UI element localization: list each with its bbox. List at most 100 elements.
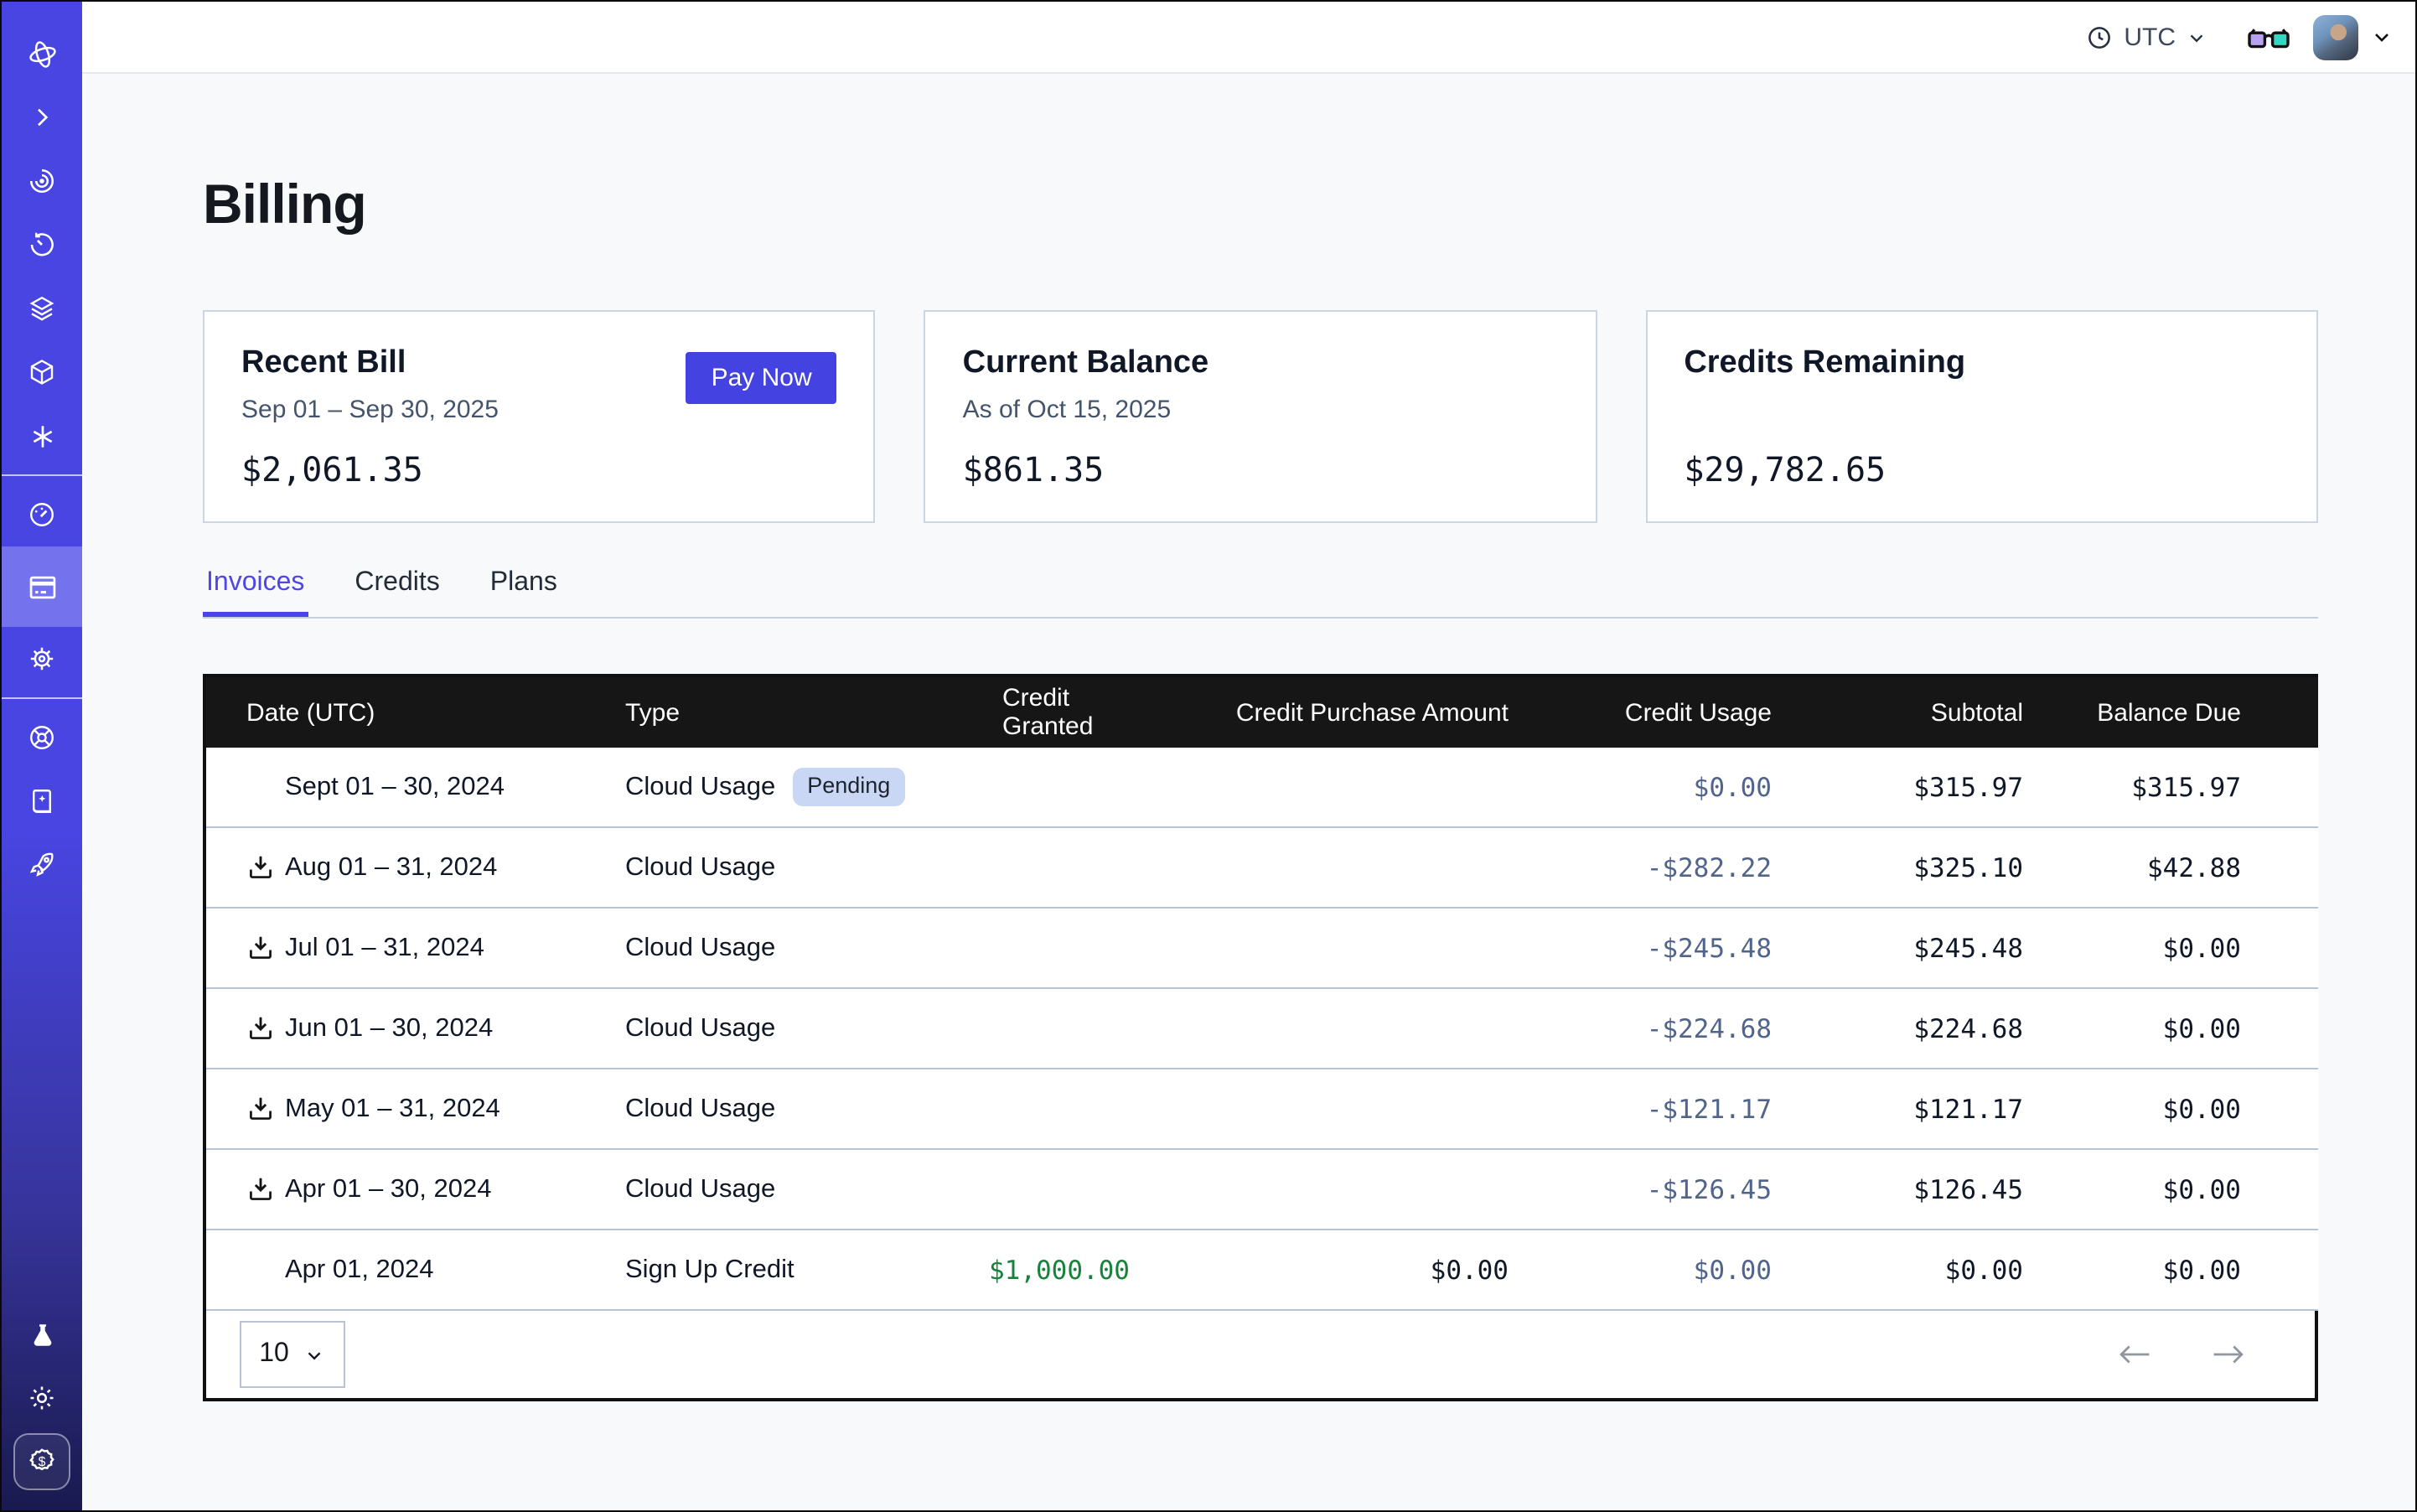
- col-header-credit-usage: Credit Usage: [1552, 677, 1815, 748]
- pay-now-button[interactable]: Pay Now: [686, 352, 837, 404]
- credits-remaining-card: Credits Remaining $29,782.65: [1645, 310, 2318, 523]
- card-title: Credits Remaining: [1684, 345, 2280, 384]
- date-cell: Jun 01 – 30, 2024: [206, 989, 625, 1069]
- subtotal-cell: $224.68: [1815, 989, 2067, 1069]
- credit-usage-cell: $0.00: [1552, 748, 1815, 828]
- date-cell: Apr 01, 2024: [206, 1230, 625, 1311]
- next-page-arrow-icon[interactable]: [2213, 1343, 2244, 1366]
- support-wheel-icon[interactable]: [2, 706, 82, 769]
- download-invoice-icon[interactable]: [246, 934, 285, 962]
- credit-usage-cell: -$126.45: [1552, 1150, 1815, 1230]
- subtotal-cell: $0.00: [1815, 1230, 2067, 1311]
- credit-purchase-cell: $0.00: [1173, 1230, 1552, 1311]
- credit-purchase-cell: [1173, 989, 1552, 1069]
- billing-tabs: Invoices Credits Plans: [203, 568, 2318, 619]
- download-invoice-icon[interactable]: [246, 1014, 285, 1043]
- page-size-select[interactable]: 10: [240, 1321, 345, 1388]
- date-cell: Apr 01 – 30, 2024: [206, 1150, 625, 1230]
- type-cell: Cloud Usage: [625, 909, 1002, 989]
- credit-granted-cell: [1002, 909, 1173, 989]
- glasses-icon: [2248, 23, 2290, 50]
- chevron-down-icon: [304, 1344, 326, 1365]
- layers-icon[interactable]: [2, 277, 82, 340]
- credits-dollar-badge-button[interactable]: $: [13, 1433, 70, 1490]
- previous-page-arrow-icon[interactable]: [2119, 1343, 2150, 1366]
- sidebar: $: [2, 2, 82, 1510]
- sidebar-divider: [2, 697, 82, 699]
- tab-credits[interactable]: Credits: [351, 568, 443, 617]
- topbar: UTC: [82, 2, 2415, 74]
- card-title: Current Balance: [963, 345, 1559, 384]
- rocket-icon[interactable]: [2, 833, 82, 897]
- screenshot-stage: $ UTC: [0, 0, 2417, 1512]
- current-balance-card: Current Balance As of Oct 15, 2025 $861.…: [924, 310, 1597, 523]
- page-title: Billing: [203, 173, 2318, 236]
- balance-due-cell: $0.00: [2067, 989, 2318, 1069]
- download-invoice-icon[interactable]: [246, 1175, 285, 1204]
- orbit-logo-icon[interactable]: [2, 22, 82, 85]
- card-subtitle: [1684, 396, 2280, 426]
- credit-purchase-cell: [1173, 828, 1552, 909]
- chevron-down-icon: [2370, 25, 2394, 49]
- expand-sidebar-chevron-icon[interactable]: [2, 85, 82, 149]
- settings-gear-icon[interactable]: [2, 627, 82, 691]
- credit-purchase-cell: [1173, 1069, 1552, 1150]
- col-header-subtotal: Subtotal: [1815, 677, 2067, 748]
- tab-invoices[interactable]: Invoices: [203, 568, 308, 617]
- credit-granted-cell: [1002, 1150, 1173, 1230]
- credit-usage-cell: -$282.22: [1552, 828, 1815, 909]
- sidebar-item-billing[interactable]: [2, 546, 82, 627]
- docs-book-icon[interactable]: [2, 769, 82, 833]
- type-cell: Cloud Usage: [625, 1150, 1002, 1230]
- main-content: Billing Recent Bill Sep 01 – Sep 30, 202…: [82, 74, 2415, 1510]
- date-cell: Jul 01 – 31, 2024: [206, 909, 625, 989]
- balance-due-cell: $315.97: [2067, 748, 2318, 828]
- credit-purchase-cell: [1173, 909, 1552, 989]
- clock-icon: [2085, 23, 2114, 51]
- col-header-credit-granted: Credit Granted: [1002, 677, 1173, 748]
- invoices-table: Date (UTC) Type Credit Granted Credit Pu…: [203, 674, 2318, 1401]
- user-avatar[interactable]: [2313, 14, 2358, 60]
- card-subtitle: As of Oct 15, 2025: [963, 396, 1559, 426]
- credit-usage-cell: -$224.68: [1552, 989, 1815, 1069]
- card-amount: $29,782.65: [1684, 449, 2280, 489]
- svg-text:$: $: [39, 1455, 46, 1469]
- cube-icon[interactable]: [2, 340, 82, 404]
- download-invoice-icon[interactable]: [246, 853, 285, 882]
- credit-granted-cell: [1002, 1069, 1173, 1150]
- labs-flask-icon[interactable]: [2, 1302, 82, 1366]
- credit-granted-cell: [1002, 989, 1173, 1069]
- timezone-selector[interactable]: UTC: [2085, 23, 2207, 51]
- credit-usage-cell: -$121.17: [1552, 1069, 1815, 1150]
- chevron-down-icon: [2186, 26, 2207, 48]
- subtotal-cell: $121.17: [1815, 1069, 2067, 1150]
- credit-granted-cell: $1,000.00: [1002, 1230, 1173, 1311]
- date-cell: Aug 01 – 31, 2024: [206, 828, 625, 909]
- subtotal-cell: $245.48: [1815, 909, 2067, 989]
- type-cell: Sign Up Credit: [625, 1230, 1002, 1311]
- credit-purchase-cell: [1173, 748, 1552, 828]
- download-invoice-icon[interactable]: [246, 1095, 285, 1123]
- theme-sun-icon[interactable]: [2, 1366, 82, 1430]
- credit-granted-cell: [1002, 748, 1173, 828]
- sidebar-divider: [2, 474, 82, 476]
- asterisk-icon[interactable]: [2, 404, 82, 468]
- history-timer-icon[interactable]: [2, 213, 82, 277]
- tab-plans[interactable]: Plans: [487, 568, 561, 617]
- subtotal-cell: $315.97: [1815, 748, 2067, 828]
- balance-due-cell: $42.88: [2067, 828, 2318, 909]
- pending-status-badge: Pending: [792, 769, 905, 805]
- balance-due-cell: $0.00: [2067, 909, 2318, 989]
- subtotal-cell: $126.45: [1815, 1150, 2067, 1230]
- type-cell: Cloud Usage: [625, 828, 1002, 909]
- reader-glasses-button[interactable]: [2248, 23, 2290, 50]
- user-menu-chevron[interactable]: [2370, 25, 2394, 49]
- subtotal-cell: $325.10: [1815, 828, 2067, 909]
- summary-cards: Recent Bill Sep 01 – Sep 30, 2025 $2,061…: [203, 310, 2318, 523]
- credit-usage-cell: $0.00: [1552, 1230, 1815, 1311]
- observe-spiral-icon[interactable]: [2, 149, 82, 213]
- col-header-credit-purchase: Credit Purchase Amount: [1173, 677, 1552, 748]
- dashboard-gauge-icon[interactable]: [2, 483, 82, 546]
- date-cell: Sept 01 – 30, 2024: [206, 748, 625, 828]
- col-header-type: Type: [625, 677, 1002, 748]
